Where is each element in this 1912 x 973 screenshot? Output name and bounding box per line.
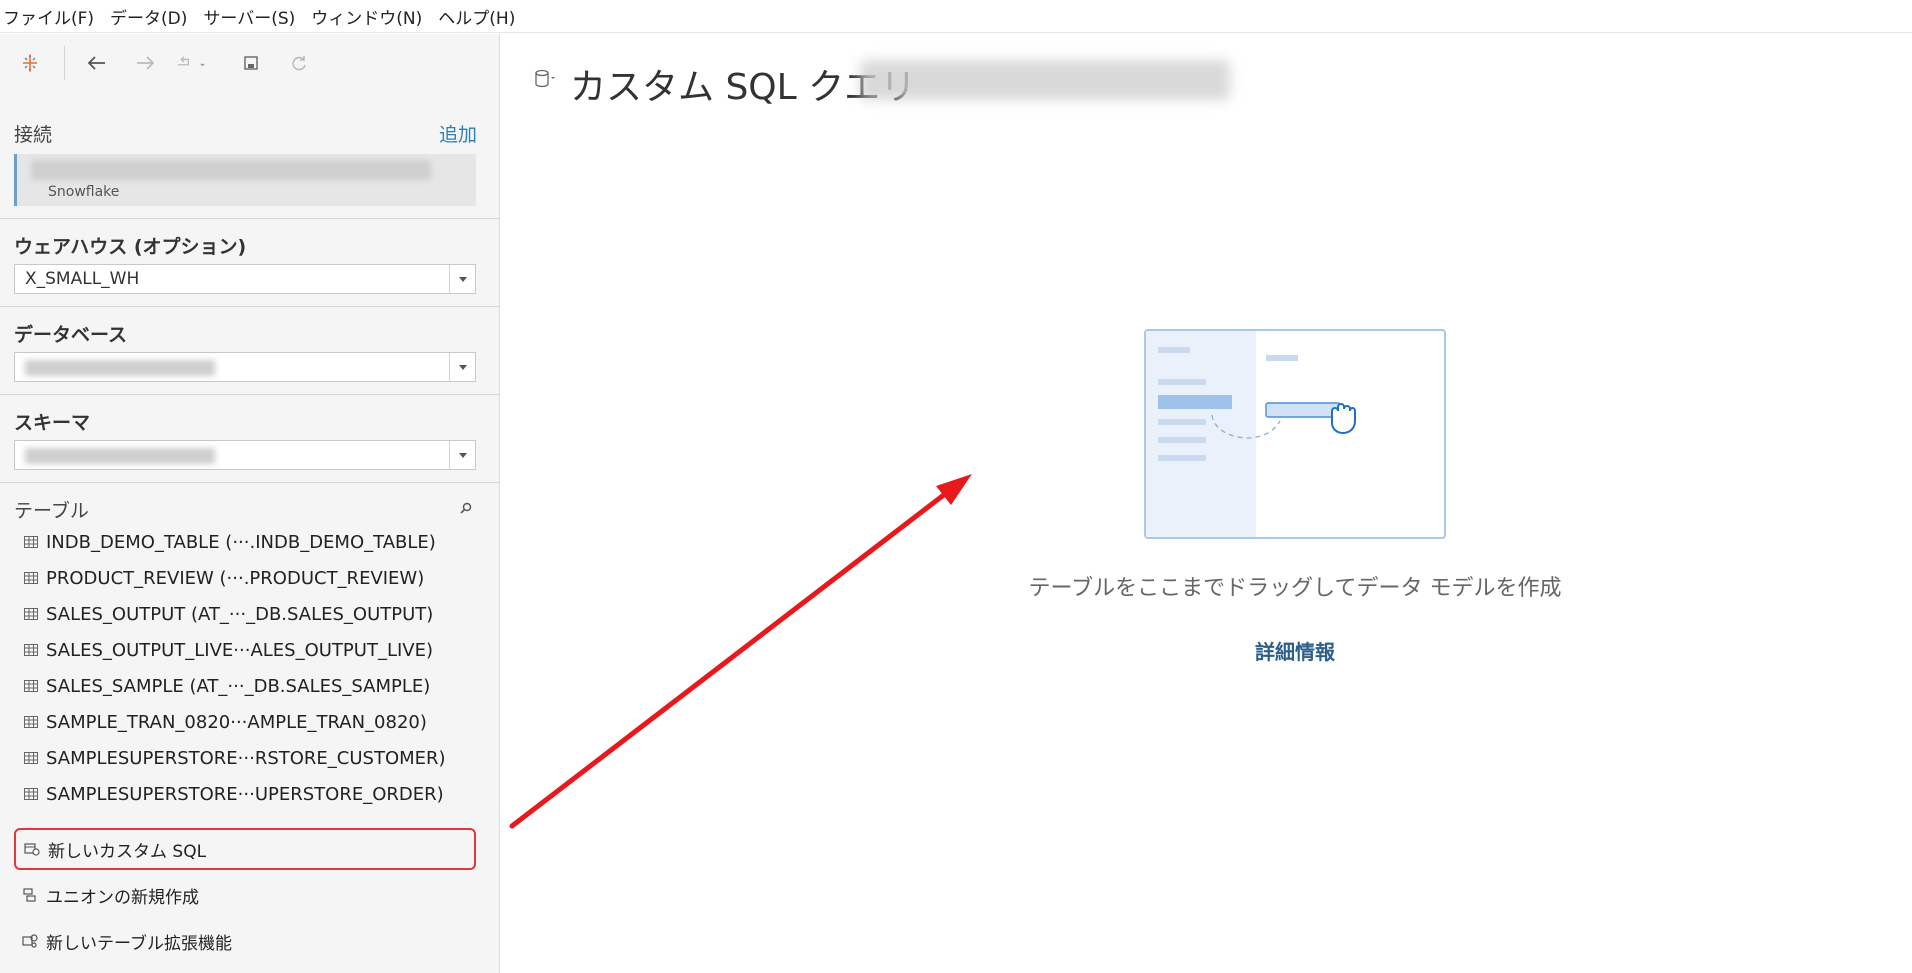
table-extension-icon [22,934,38,948]
menu-data[interactable]: データ(D) [110,4,187,29]
divider [0,394,500,395]
menu-file[interactable]: ファイル(F) [3,4,94,29]
new-union-label: ユニオンの新規作成 [46,887,199,908]
table-name: SAMPLE_TRAN_0820···AMPLE_TRAN_0820) [46,711,427,733]
refresh-icon[interactable] [284,48,314,78]
chevron-down-icon[interactable] [449,265,475,293]
new-union-button[interactable]: ユニオンの新規作成 [14,874,476,916]
tableau-logo-icon[interactable] [15,48,45,78]
table-list-item[interactable]: INDB_DEMO_TABLE (···.INDB_DEMO_TABLE) [0,524,500,560]
union-icon [23,888,36,902]
menu-server[interactable]: サーバー(S) [203,4,295,29]
save-icon[interactable] [236,48,266,78]
warehouse-value: X_SMALL_WH [25,269,140,289]
menu-window[interactable]: ウィンドウ(N) [311,4,422,29]
table-grid-icon [24,752,38,764]
divider [0,306,500,307]
table-name: SALES_OUTPUT_LIVE···ALES_OUTPUT_LIVE) [46,639,433,661]
schema-name-redacted [860,60,1230,100]
table-name: SAMPLESUPERSTORE···UPERSTORE_ORDER) [46,783,444,805]
table-list-item[interactable]: SAMPLESUPERSTORE···UPERSTORE_ORDER) [0,776,500,812]
new-custom-sql-label: 新しいカスタム SQL [48,841,207,862]
divider [0,482,500,483]
database-select[interactable] [14,352,476,382]
table-grid-icon [24,680,38,692]
data-source-sidebar: 接続 追加 Snowflake ウェアハウス (オプション) X_SMALL_W… [0,34,500,973]
table-grid-icon [24,536,38,548]
table-list-item[interactable]: SAMPLE_TRAN_0820···AMPLE_TRAN_0820) [0,704,500,740]
table-name: INDB_DEMO_TABLE (···.INDB_DEMO_TABLE) [46,531,436,553]
table-name: SALES_SAMPLE (AT_···_DB.SALES_SAMPLE) [46,675,431,697]
table-grid-icon [24,716,38,728]
table-list-item[interactable]: SALES_OUTPUT_LIVE···ALES_OUTPUT_LIVE) [0,632,500,668]
table-list-item[interactable]: SALES_SAMPLE (AT_···_DB.SALES_SAMPLE) [0,668,500,704]
database-value-redacted [25,360,215,376]
drop-zone-message: テーブルをここまでドラッグしてデータ モデルを作成 [1028,576,1562,601]
table-name: SALES_OUTPUT (AT_···_DB.SALES_OUTPUT) [46,603,434,625]
warehouse-select[interactable]: X_SMALL_WH [14,264,476,294]
table-grid-icon [24,572,38,584]
table-list-item[interactable]: SAMPLESUPERSTORE···RSTORE_CUSTOMER) [0,740,500,776]
connection-type: Snowflake [48,184,120,200]
warehouse-label: ウェアハウス (オプション) [14,236,247,258]
schema-select[interactable] [14,440,476,470]
toolbar [0,34,500,92]
forward-arrow-icon[interactable] [130,48,160,78]
redo-options-icon[interactable] [176,48,206,78]
more-info-link[interactable]: 詳細情報 [1000,636,1590,665]
table-list: INDB_DEMO_TABLE (···.INDB_DEMO_TABLE) PRO… [0,524,500,812]
database-icon[interactable] [534,68,556,90]
table-grid-icon [24,788,38,800]
connection-item[interactable]: Snowflake [14,154,476,206]
search-icon[interactable] [459,500,473,514]
custom-sql-icon [24,843,40,856]
chevron-down-icon[interactable] [449,441,475,469]
connections-label: 接続 [14,124,53,146]
chevron-down-icon[interactable] [449,353,475,381]
table-name: SAMPLESUPERSTORE···RSTORE_CUSTOMER) [46,747,446,769]
table-grid-icon [24,608,38,620]
divider [0,218,500,219]
new-table-extension-button[interactable]: 新しいテーブル拡張機能 [14,920,476,962]
back-arrow-icon[interactable] [82,48,112,78]
menu-help[interactable]: ヘルプ(H) [438,4,515,29]
table-name: PRODUCT_REVIEW (···.PRODUCT_REVIEW) [46,567,425,589]
drag-table-illustration [1144,329,1446,539]
tables-label: テーブル [14,500,89,522]
table-list-item[interactable]: PRODUCT_REVIEW (···.PRODUCT_REVIEW) [0,560,500,596]
database-label: データベース [14,324,128,346]
schema-label: スキーマ [14,412,91,434]
schema-value-redacted [25,448,215,464]
new-custom-sql-button[interactable]: 新しいカスタム SQL [14,828,476,870]
new-table-extension-label: 新しいテーブル拡張機能 [46,933,232,954]
table-grid-icon [24,644,38,656]
menu-bar: ファイル(F) データ(D) サーバー(S) ウィンドウ(N) ヘルプ(H) [0,0,1912,33]
table-list-item[interactable]: SALES_OUTPUT (AT_···_DB.SALES_OUTPUT) [0,596,500,632]
connection-name-redacted [31,160,431,180]
toolbar-separator [64,46,65,80]
add-connection-link[interactable]: 追加 [439,120,477,147]
